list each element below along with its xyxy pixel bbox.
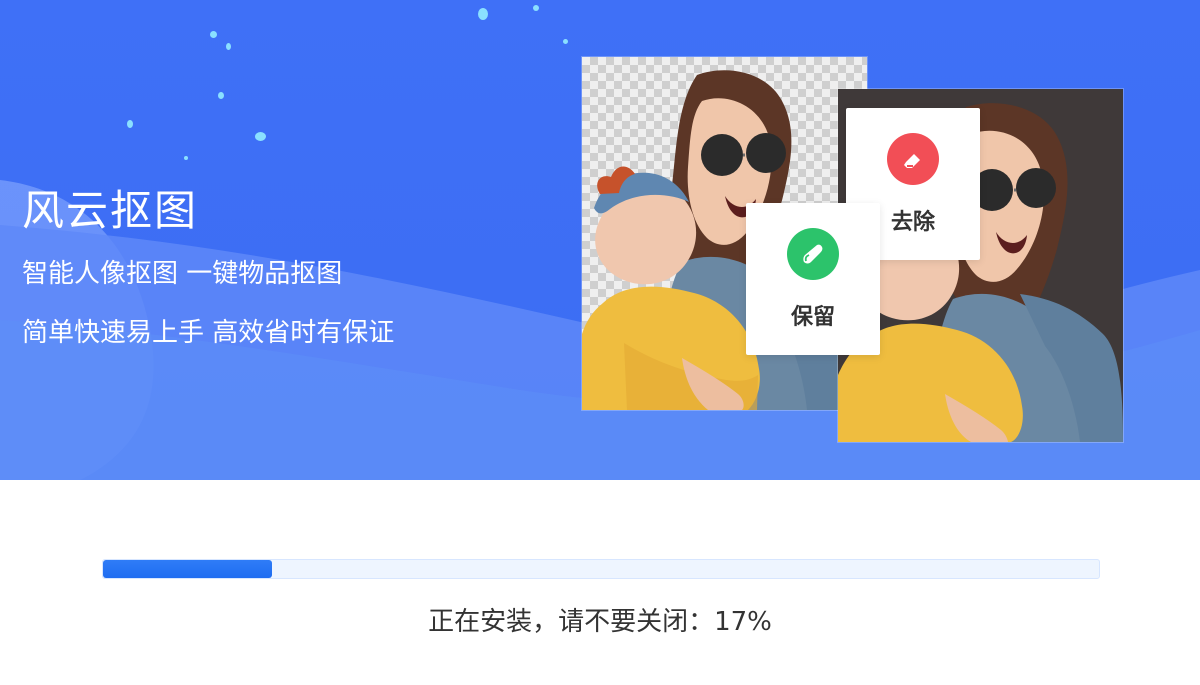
install-progress-fill xyxy=(103,560,273,578)
keep-action-card[interactable]: 保留 xyxy=(746,203,880,355)
brush-icon xyxy=(787,228,839,280)
remove-action-label: 去除 xyxy=(890,210,935,235)
keep-action-label: 保留 xyxy=(790,305,835,330)
hero-copy: 风云抠图 智能人像抠图 一键物品抠图 简单快速易上手 高效省时有保证 xyxy=(22,185,394,375)
hero-banner: 风云抠图 智能人像抠图 一键物品抠图 简单快速易上手 高效省时有保证 去除 保留 xyxy=(0,0,1200,480)
install-progress-bar xyxy=(102,559,1100,579)
decorative-dot xyxy=(218,92,224,99)
decorative-dot xyxy=(127,120,133,128)
decorative-dot xyxy=(533,5,539,11)
decorative-dot xyxy=(478,8,488,20)
install-status: 正在安装，请不要关闭：17% xyxy=(428,607,772,637)
decorative-dot xyxy=(210,31,217,38)
hero-tagline-1: 智能人像抠图 一键物品抠图 xyxy=(22,259,343,289)
hero-tagline-2: 简单快速易上手 高效省时有保证 xyxy=(22,318,395,348)
eraser-icon xyxy=(887,133,939,185)
decorative-dot xyxy=(563,39,568,44)
decorative-dot xyxy=(184,156,188,160)
app-title: 风云抠图 xyxy=(22,186,199,235)
decorative-dot xyxy=(255,132,266,141)
decorative-dot xyxy=(226,43,231,50)
installer-window: 风云抠图 智能人像抠图 一键物品抠图 简单快速易上手 高效省时有保证 去除 保留… xyxy=(0,0,1200,685)
